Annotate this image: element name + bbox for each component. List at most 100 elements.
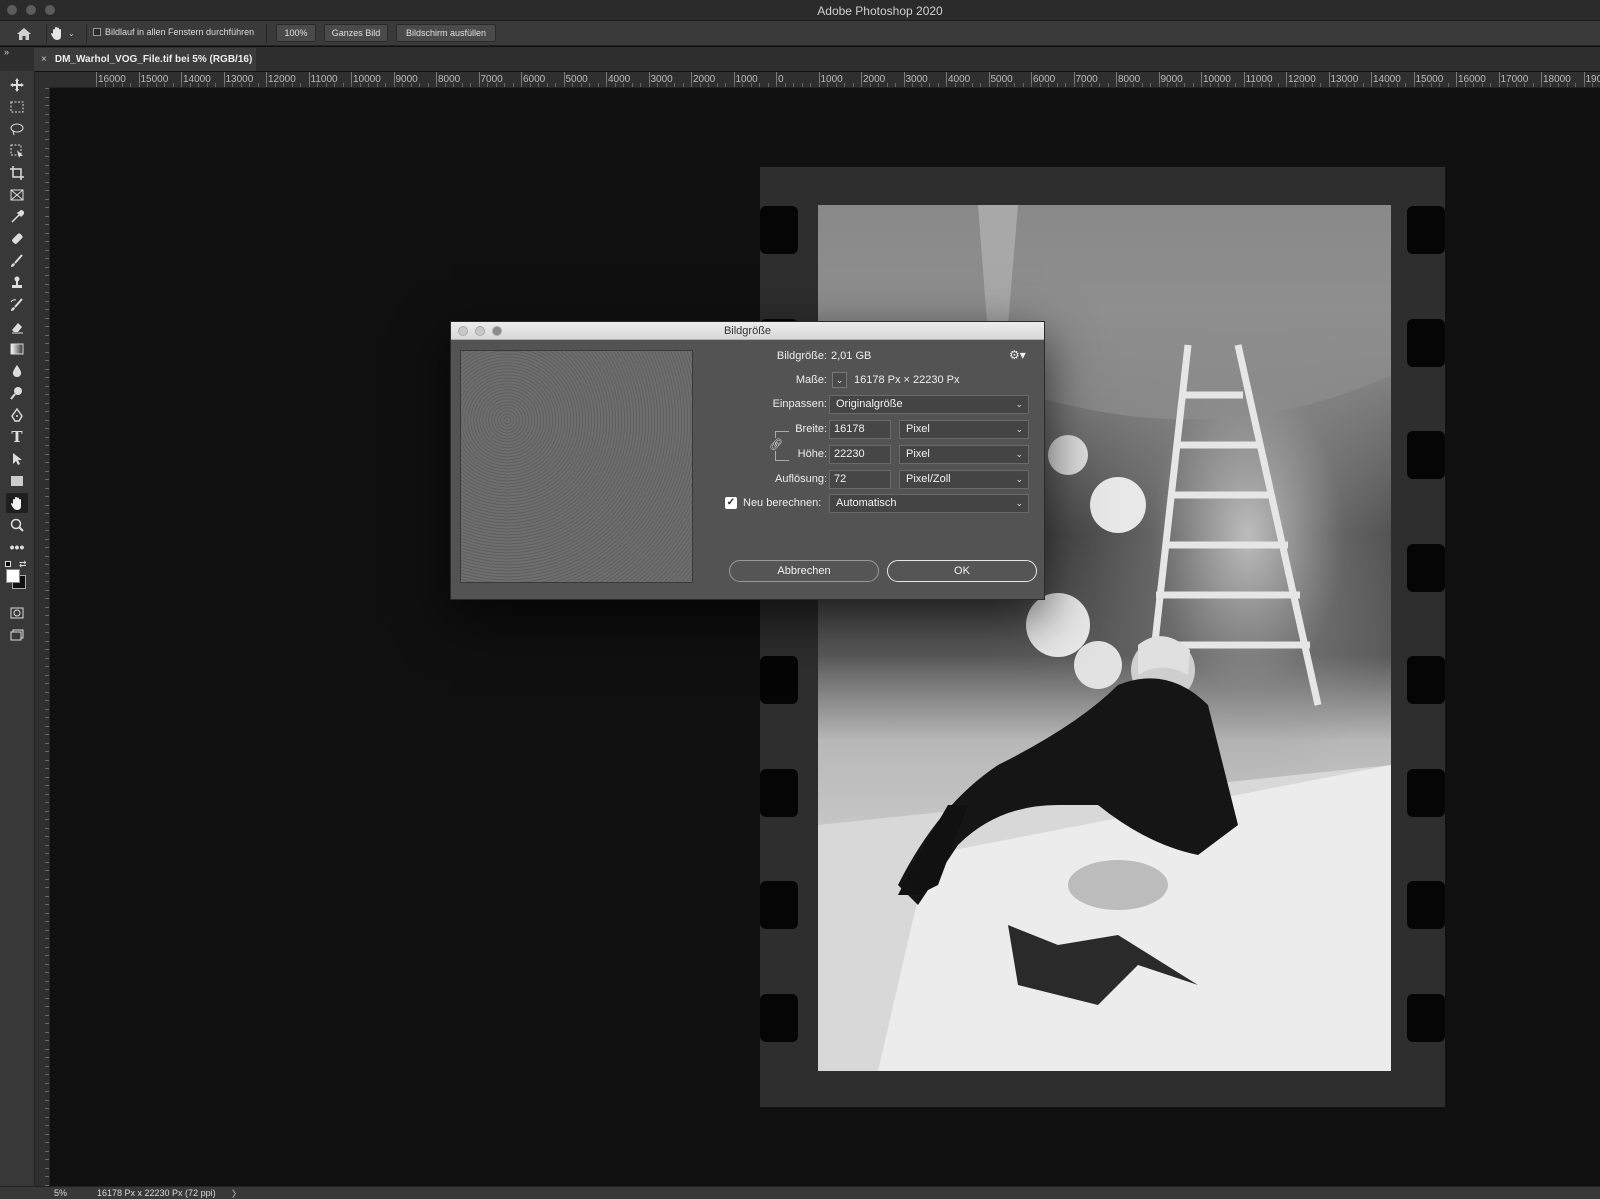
checkbox-box[interactable] xyxy=(93,28,101,36)
dodge-tool[interactable] xyxy=(6,383,28,403)
zoom-100-button[interactable]: 100% xyxy=(276,24,316,42)
ruler-minor-tick xyxy=(45,1116,49,1118)
ruler-minor-tick xyxy=(45,487,49,489)
history-brush-tool[interactable] xyxy=(6,295,28,315)
healing-tool[interactable] xyxy=(6,229,28,249)
height-input[interactable]: 22230 xyxy=(829,445,891,464)
object-select-tool[interactable] xyxy=(6,141,28,161)
horizontal-ruler[interactable]: 16000 15000 14000 13000 12000 11000 10000 9000 8… xyxy=(50,72,1600,88)
brush-tool[interactable] xyxy=(6,251,28,271)
ruler-minor-tick xyxy=(45,224,49,225)
move-tool[interactable] xyxy=(6,75,28,95)
dialog-zoom-button[interactable] xyxy=(492,326,502,336)
quick-mask-button[interactable] xyxy=(6,603,28,623)
vertical-ruler[interactable] xyxy=(35,88,50,1186)
ok-button[interactable]: OK xyxy=(887,560,1037,582)
color-swatches[interactable]: ⇄ xyxy=(4,559,30,601)
dimensions-value: 16178 Px × 22230 Px xyxy=(854,374,960,386)
dimensions-unit-dropdown[interactable]: ⌄ xyxy=(832,372,847,388)
ruler-minor-tick xyxy=(614,83,616,87)
ruler-minor-tick xyxy=(257,83,259,87)
gear-icon[interactable]: ⚙▾ xyxy=(1009,348,1026,362)
frame-tool[interactable] xyxy=(6,185,28,205)
crop-tool[interactable] xyxy=(6,163,28,183)
pen-tool[interactable] xyxy=(6,405,28,425)
width-input[interactable]: 16178 xyxy=(829,420,891,439)
tool-preset-picker[interactable]: ⌄ xyxy=(50,24,82,43)
rectangle-tool[interactable] xyxy=(6,471,28,491)
fill-screen-button[interactable]: Bildschirm ausfüllen xyxy=(396,24,496,42)
fit-to-select[interactable]: Originalgröße ⌄ xyxy=(829,395,1029,414)
height-unit-select[interactable]: Pixel ⌄ xyxy=(899,445,1029,464)
resolution-unit-select[interactable]: Pixel/Zoll ⌄ xyxy=(899,470,1029,489)
eyedropper-tool[interactable] xyxy=(6,207,28,227)
crop-icon xyxy=(10,166,24,180)
screen-mode-button[interactable] xyxy=(6,625,28,645)
more-tools[interactable]: ••• xyxy=(6,537,28,557)
ruler-minor-tick xyxy=(45,258,49,259)
ruler-minor-tick xyxy=(45,853,49,854)
ruler-label: 7000 xyxy=(1075,74,1098,85)
ruler-minor-tick xyxy=(1396,83,1398,87)
zoom-tool[interactable] xyxy=(6,515,28,535)
ruler-minor-tick xyxy=(1099,83,1100,87)
cancel-button[interactable]: Abbrechen xyxy=(729,560,879,582)
type-tool[interactable]: T xyxy=(6,427,28,447)
document-image[interactable] xyxy=(760,167,1445,1107)
ruler-minor-tick xyxy=(45,878,49,880)
width-unit-select[interactable]: Pixel ⌄ xyxy=(899,420,1029,439)
app-title: Adobe Photoshop 2020 xyxy=(817,4,943,18)
ruler-minor-tick xyxy=(521,83,522,87)
ruler-minor-tick xyxy=(648,83,650,87)
home-button[interactable] xyxy=(6,24,42,43)
tools-panel: T ••• ⇄ xyxy=(0,71,35,1186)
eraser-tool[interactable] xyxy=(6,317,28,337)
ruler-minor-tick xyxy=(45,623,49,625)
stamp-tool[interactable] xyxy=(6,273,28,293)
status-menu-arrow-icon[interactable]: 〉 xyxy=(232,1187,241,1199)
resolution-input[interactable]: 72 xyxy=(829,470,891,489)
dialog-minimize-button[interactable] xyxy=(475,326,485,336)
ruler-minor-tick xyxy=(45,317,49,319)
hand-tool[interactable] xyxy=(6,493,28,513)
ruler-minor-tick xyxy=(308,83,310,87)
close-tab-icon[interactable]: × xyxy=(41,54,47,65)
ruler-minor-tick xyxy=(45,547,49,548)
resample-checkbox[interactable]: ✓ xyxy=(725,497,737,509)
ruler-minor-tick xyxy=(45,861,49,863)
ruler-minor-tick xyxy=(147,83,148,87)
ruler-minor-tick xyxy=(249,83,250,87)
image-preview[interactable] xyxy=(460,350,693,583)
lasso-tool[interactable] xyxy=(6,119,28,139)
ruler-minor-tick xyxy=(45,657,49,659)
ruler-minor-tick xyxy=(733,83,735,87)
ruler-minor-tick xyxy=(45,785,49,786)
history-brush-icon xyxy=(10,298,23,311)
ruler-minor-tick xyxy=(1107,83,1109,87)
resample-method-select[interactable]: Automatisch ⌄ xyxy=(829,494,1029,513)
ruler-minor-tick xyxy=(45,181,49,183)
scroll-all-windows-checkbox[interactable]: Bildlauf in allen Fenstern durchführen xyxy=(93,27,254,37)
blur-tool[interactable] xyxy=(6,361,28,381)
gradient-tool[interactable] xyxy=(6,339,28,359)
expand-panels-icon[interactable]: » xyxy=(4,47,9,57)
default-colors-icon[interactable] xyxy=(5,561,11,567)
ruler-minor-tick xyxy=(45,147,49,149)
marquee-tool[interactable] xyxy=(6,97,28,117)
document-tab[interactable]: × DM_Warhol_VOG_File.tif bei 5% (RGB/16) xyxy=(34,48,256,71)
film-sprocket-hole xyxy=(760,206,798,254)
dialog-close-button[interactable] xyxy=(458,326,468,336)
ruler-minor-tick xyxy=(410,83,412,87)
fit-on-screen-button[interactable]: Ganzes Bild xyxy=(324,24,388,42)
fit-to-row: Einpassen: Originalgröße ⌄ xyxy=(711,395,1031,415)
ruler-minor-tick xyxy=(1022,83,1024,87)
zoom-level[interactable]: 5% xyxy=(54,1188,67,1198)
ruler-minor-tick xyxy=(45,1108,49,1109)
swap-colors-icon[interactable]: ⇄ xyxy=(19,559,27,570)
ruler-minor-tick xyxy=(580,83,582,87)
path-select-tool[interactable] xyxy=(6,449,28,469)
ruler-minor-tick xyxy=(1005,83,1007,87)
foreground-color-swatch[interactable] xyxy=(6,569,20,583)
ruler-minor-tick xyxy=(691,83,692,87)
ruler-corner[interactable] xyxy=(35,72,50,88)
